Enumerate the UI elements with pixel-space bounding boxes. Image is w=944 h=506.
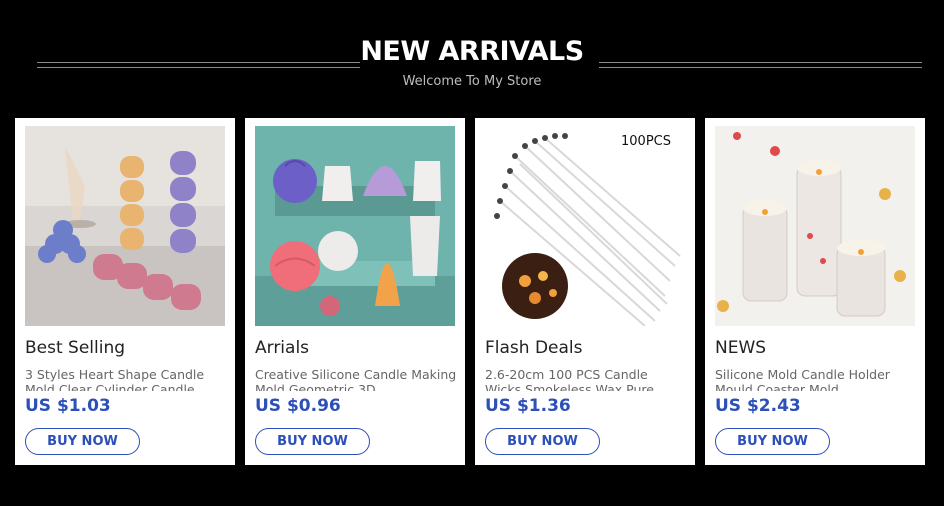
product-price: US $2.43	[715, 396, 801, 416]
product-card-1[interactable]: Best Selling 3 Styles Heart Shape Candle…	[15, 118, 235, 465]
buy-now-button[interactable]: BUY NOW	[715, 428, 830, 455]
buy-now-button[interactable]: BUY NOW	[485, 428, 600, 455]
product-image-geometric-candle-molds[interactable]	[255, 126, 455, 326]
product-price: US $0.96	[255, 396, 341, 416]
product-card-4[interactable]: NEWS Silicone Mold Candle Holder Mould C…	[705, 118, 925, 465]
image-badge: 100PCS	[621, 134, 671, 149]
section-header: NEW ARRIVALS Welcome To My Store	[0, 0, 944, 110]
section-subtitle: Welcome To My Store	[402, 74, 542, 89]
product-price: US $1.03	[25, 396, 111, 416]
product-description[interactable]: Silicone Mold Candle Holder Mould Coaste…	[715, 367, 917, 391]
product-image-candle-holder-mold[interactable]	[715, 126, 915, 326]
header-divider-right	[599, 62, 922, 68]
product-card-2[interactable]: Arrials Creative Silicone Candle Making …	[245, 118, 465, 465]
product-description[interactable]: 2.6-20cm 100 PCS Candle Wicks Smokeless …	[485, 367, 687, 391]
product-category: Arrials	[255, 338, 310, 358]
product-category: Best Selling	[25, 338, 126, 358]
product-category: Flash Deals	[485, 338, 583, 358]
buy-now-button[interactable]: BUY NOW	[25, 428, 140, 455]
buy-now-button[interactable]: BUY NOW	[255, 428, 370, 455]
product-description[interactable]: Creative Silicone Candle Making Mold Geo…	[255, 367, 457, 391]
product-category: NEWS	[715, 338, 767, 358]
product-image-candle-wicks[interactable]: 100PCS	[485, 126, 685, 326]
product-description[interactable]: 3 Styles Heart Shape Candle Mold Clear C…	[25, 367, 227, 391]
product-price: US $1.36	[485, 396, 571, 416]
product-image-heart-candle-mold[interactable]	[25, 126, 225, 326]
product-card-3[interactable]: 100PCS Flash Deals 2.6-20cm 100 PCS Cand…	[475, 118, 695, 465]
